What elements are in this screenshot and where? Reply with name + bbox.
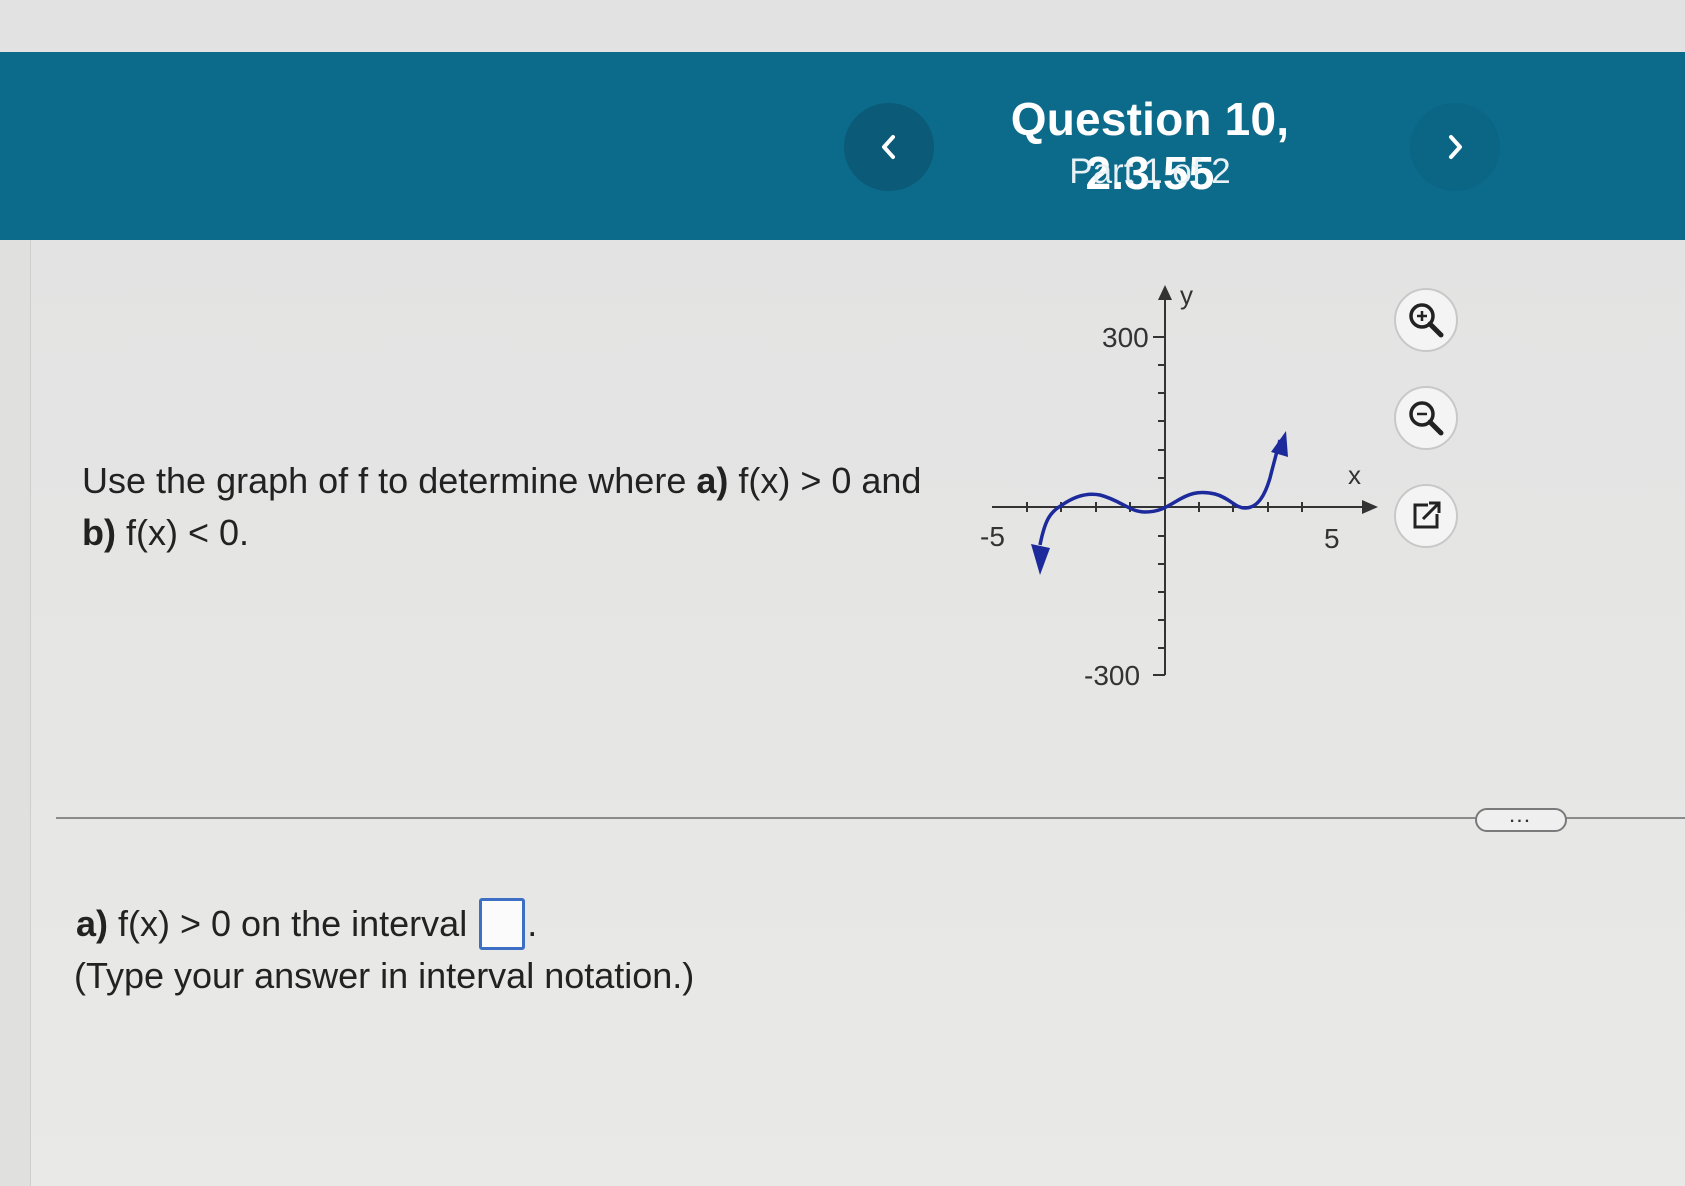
zoom-in-icon [1409,303,1444,338]
x-axis-label: x [1348,460,1361,490]
interval-answer-input[interactable] [479,898,526,950]
answer-hint: (Type your answer in interval notation.) [74,955,695,996]
browser-top-strip [0,0,1685,52]
zoom-in-button[interactable] [1394,288,1458,352]
zoom-out-button[interactable] [1394,386,1458,450]
zoom-out-icon [1409,401,1444,436]
chevron-right-icon [1449,135,1462,159]
popout-button[interactable] [1394,484,1458,548]
x-min-label: -5 [980,521,1005,552]
previous-question-button[interactable] [844,103,934,191]
answer-part-label: a) [76,903,109,944]
answer-period: . [527,903,538,944]
y-axis-ticks [1158,336,1165,649]
function-graph[interactable]: y x 300 -300 -5 5 [960,280,1380,720]
question-prompt: Use the graph of f to determine where a)… [82,455,942,559]
prompt-part-b-label: b) [82,512,116,553]
prompt-text-1: Use the graph of f to determine where [82,460,697,501]
more-options-button[interactable]: ... [1475,808,1567,832]
next-question-button[interactable] [1410,103,1500,191]
x-axis-arrow [1362,500,1378,514]
function-curve [1038,439,1282,546]
external-link-icon [1413,501,1441,529]
y-axis-arrow [1158,285,1172,300]
curve-arrow-up [1271,431,1288,457]
chevron-left-icon [882,135,895,159]
y-max-label: 300 [1102,322,1149,353]
answer-row: a) f(x) > 0 on the interval . [76,898,537,950]
prompt-text-2: f(x) > 0 and [728,460,922,501]
x-max-label: 5 [1324,523,1340,554]
question-content-area [0,240,1685,1186]
prompt-part-a-label: a) [696,460,729,501]
more-options-label: ... [1509,809,1533,826]
question-part: Part 1 of 2 [1069,152,1231,191]
prompt-text-3: f(x) < 0. [115,512,250,553]
answer-prompt-text: f(x) > 0 on the interval [118,903,468,944]
section-divider [56,817,1685,819]
y-axis-label: y [1180,280,1193,310]
curve-arrow-down [1031,544,1050,575]
left-panel-edge [0,240,31,1186]
y-min-label: -300 [1084,660,1140,691]
